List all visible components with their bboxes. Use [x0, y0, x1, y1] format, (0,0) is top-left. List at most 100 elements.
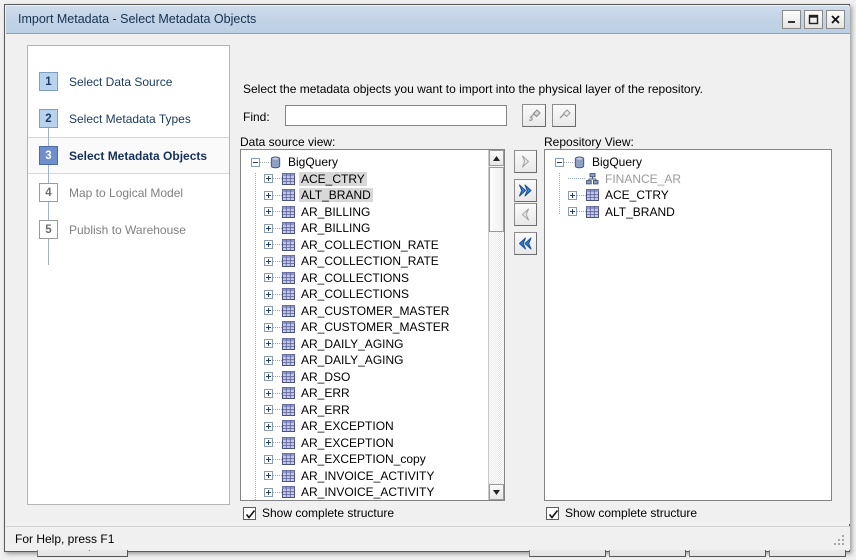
- step-badge: 2: [39, 109, 58, 128]
- tree-item[interactable]: AR_ERR: [241, 385, 504, 402]
- expand-toggle[interactable]: [264, 356, 273, 365]
- tree-item[interactable]: AR_COLLECTIONS: [241, 286, 504, 303]
- sidebar-item-map-to-logical-model[interactable]: 4 Map to Logical Model: [28, 174, 229, 211]
- expand-toggle[interactable]: [264, 207, 273, 216]
- find-down-button[interactable]: [522, 104, 546, 127]
- collapse-toggle[interactable]: [251, 158, 260, 167]
- move-left-single-button[interactable]: [514, 203, 537, 226]
- expand-toggle[interactable]: [264, 405, 273, 414]
- collapse-toggle[interactable]: [555, 158, 564, 167]
- expand-toggle[interactable]: [264, 389, 273, 398]
- expand-toggle[interactable]: [264, 191, 273, 200]
- move-right-all-button[interactable]: [514, 179, 537, 202]
- expand-toggle[interactable]: [264, 471, 273, 480]
- tree-line: [273, 459, 282, 460]
- tree-item-label: AR_EXCEPTION: [299, 436, 396, 450]
- checkbox-box[interactable]: [546, 507, 559, 520]
- step-label: Select Metadata Types: [69, 112, 191, 126]
- dialog-body: 1 Select Data Source 2 Select Metadata T…: [6, 34, 850, 524]
- table-icon: [282, 288, 295, 300]
- tree-item[interactable]: ACE_CTRY: [241, 171, 504, 188]
- tree-item[interactable]: AR_BILLING: [241, 220, 504, 237]
- sidebar-item-select-data-source[interactable]: 1 Select Data Source: [28, 63, 229, 100]
- wizard-steps: 1 Select Data Source 2 Select Metadata T…: [27, 45, 230, 505]
- maximize-button[interactable]: [804, 10, 823, 29]
- tree-line: [273, 475, 282, 476]
- data-source-scrollbar[interactable]: [488, 150, 504, 500]
- table-icon: [282, 404, 295, 416]
- minimize-button[interactable]: [782, 10, 801, 29]
- expand-toggle[interactable]: [264, 257, 273, 266]
- expand-toggle[interactable]: [264, 224, 273, 233]
- find-input-wrapper[interactable]: [285, 105, 507, 126]
- tree-item[interactable]: AR_CUSTOMER_MASTER: [241, 303, 504, 320]
- table-icon: [282, 453, 295, 465]
- scroll-down-button[interactable]: [489, 484, 504, 500]
- tree-item[interactable]: AR_COLLECTIONS: [241, 270, 504, 287]
- import-metadata-dialog: Import Metadata - Select Metadata Object…: [4, 4, 850, 552]
- expand-toggle[interactable]: [264, 273, 273, 282]
- table-icon: [586, 189, 599, 201]
- tree-item[interactable]: AR_COLLECTION_RATE: [241, 237, 504, 254]
- tree-item[interactable]: AR_COLLECTION_RATE: [241, 253, 504, 270]
- expand-toggle[interactable]: [264, 438, 273, 447]
- expand-toggle[interactable]: [264, 422, 273, 431]
- tree-item[interactable]: ALT_BRAND: [241, 187, 504, 204]
- tree-item-label: ACE_CTRY: [603, 188, 671, 202]
- tree-item[interactable]: AR_ERR: [241, 402, 504, 419]
- scroll-up-button[interactable]: [489, 150, 504, 166]
- scrollbar-thumb[interactable]: [489, 167, 504, 232]
- expand-toggle[interactable]: [264, 323, 273, 332]
- expand-toggle[interactable]: [264, 290, 273, 299]
- tree-root-row[interactable]: BigQuery: [241, 154, 504, 171]
- tree-item[interactable]: AR_DAILY_AGING: [241, 336, 504, 353]
- tree-item[interactable]: AR_INVOICE_ACTIVITY: [241, 468, 504, 485]
- tree-item[interactable]: AR_EXCEPTION: [241, 418, 504, 435]
- expand-toggle[interactable]: [264, 339, 273, 348]
- find-input[interactable]: [286, 106, 506, 125]
- move-left-all-button[interactable]: [514, 232, 537, 255]
- tree-item-label: AR_ERR: [299, 386, 352, 400]
- schema-icon: [586, 173, 599, 185]
- tree-item[interactable]: AR_DSO: [241, 369, 504, 386]
- checkbox-label: Show complete structure: [565, 506, 697, 520]
- checkbox-box[interactable]: [243, 507, 256, 520]
- table-icon: [282, 189, 295, 201]
- expand-toggle[interactable]: [264, 306, 273, 315]
- table-icon: [282, 255, 295, 267]
- tree-item[interactable]: AR_INVOICE_ACTIVITY: [241, 484, 504, 500]
- table-icon: [282, 222, 295, 234]
- expand-toggle[interactable]: [264, 372, 273, 381]
- show-complete-structure-left[interactable]: Show complete structure: [243, 506, 394, 520]
- repository-tree[interactable]: BigQueryFINANCE_ARACE_CTRY ALT_BRAND: [544, 149, 832, 501]
- tree-line: [564, 162, 573, 163]
- expand-toggle[interactable]: [264, 488, 273, 497]
- sidebar-item-select-metadata-objects[interactable]: 3 Select Metadata Objects: [28, 137, 229, 174]
- sidebar-item-select-metadata-types[interactable]: 2 Select Metadata Types: [28, 100, 229, 137]
- tree-item[interactable]: FINANCE_AR: [545, 171, 831, 188]
- tree-item[interactable]: AR_BILLING: [241, 204, 504, 221]
- tree-item[interactable]: AR_CUSTOMER_MASTER: [241, 319, 504, 336]
- tree-item[interactable]: ALT_BRAND: [545, 204, 831, 221]
- expand-toggle[interactable]: [568, 207, 577, 216]
- table-icon: [282, 239, 295, 251]
- data-source-tree[interactable]: BigQueryACE_CTRYALT_BRANDAR_BILLINGAR_BI…: [240, 149, 505, 501]
- find-up-button[interactable]: [552, 104, 576, 127]
- expand-toggle[interactable]: [264, 174, 273, 183]
- tree-item[interactable]: AR_DAILY_AGING: [241, 352, 504, 369]
- tree-item-label: ALT_BRAND: [603, 205, 677, 219]
- expand-toggle[interactable]: [568, 191, 577, 200]
- resize-grip-icon[interactable]: [833, 534, 846, 547]
- show-complete-structure-right[interactable]: Show complete structure: [546, 506, 697, 520]
- tree-item[interactable]: AR_EXCEPTION_copy: [241, 451, 504, 468]
- tree-item[interactable]: ACE_CTRY: [545, 187, 831, 204]
- tree-item[interactable]: AR_EXCEPTION: [241, 435, 504, 452]
- sidebar-item-publish-to-warehouse[interactable]: 5 Publish to Warehouse: [28, 211, 229, 248]
- expand-toggle[interactable]: [264, 455, 273, 464]
- chevron-right-icon: [518, 154, 533, 169]
- close-button[interactable]: [826, 10, 845, 29]
- tree-root-row[interactable]: BigQuery: [545, 154, 831, 171]
- move-right-single-button[interactable]: [514, 150, 537, 173]
- step-badge: 3: [39, 146, 58, 165]
- expand-toggle[interactable]: [264, 240, 273, 249]
